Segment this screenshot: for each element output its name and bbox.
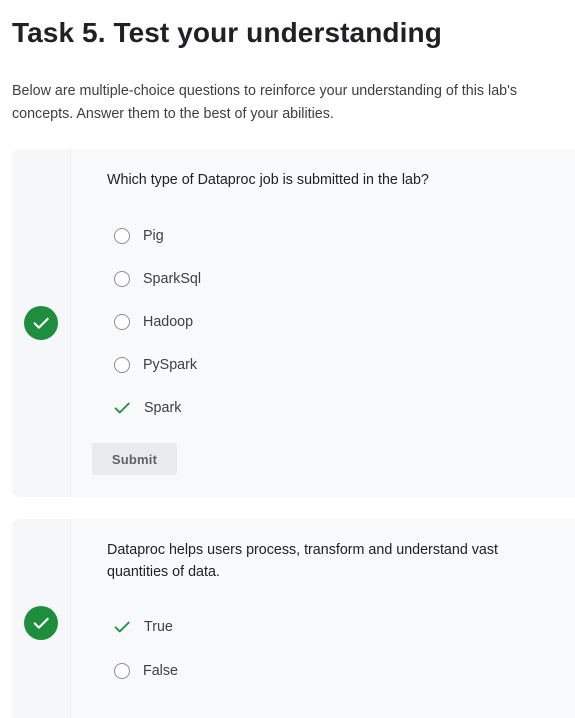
option-spark[interactable]: Spark <box>113 397 181 419</box>
option-hadoop[interactable]: Hadoop <box>113 311 193 333</box>
intro-text: Below are multiple-choice questions to r… <box>12 83 517 122</box>
question-status-gutter <box>12 519 71 718</box>
radio-button[interactable] <box>114 357 130 373</box>
option-label: Hadoop <box>143 314 194 330</box>
submit-button[interactable]: Submit <box>92 443 177 475</box>
question-status-gutter <box>12 149 71 497</box>
option-true[interactable]: True <box>113 616 173 638</box>
radio-button[interactable] <box>114 663 130 679</box>
check-circle-icon <box>24 606 58 640</box>
question-card-2: Dataproc helps users process, transform … <box>12 519 575 718</box>
radio-button[interactable] <box>114 314 130 330</box>
check-circle-icon <box>24 306 58 340</box>
radio-button[interactable] <box>114 228 130 244</box>
option-label: PySpark <box>143 357 198 373</box>
question-text: Which type of Dataproc job is submitted … <box>107 172 429 188</box>
option-label: True <box>144 619 173 635</box>
page-title: Task 5. Test your understanding <box>12 17 442 48</box>
option-pyspark[interactable]: PySpark <box>113 354 197 376</box>
checkmark-icon <box>113 618 131 636</box>
option-label: Spark <box>144 400 182 416</box>
checkmark-icon <box>113 399 131 417</box>
option-label: Pig <box>143 228 164 244</box>
option-label: SparkSql <box>143 271 202 287</box>
question-card-1: Which type of Dataproc job is submitted … <box>12 149 575 497</box>
option-pig[interactable]: Pig <box>113 225 164 247</box>
radio-button[interactable] <box>114 271 130 287</box>
option-label: False <box>143 663 178 679</box>
option-sparksql[interactable]: SparkSql <box>113 268 201 290</box>
option-false[interactable]: False <box>113 660 178 682</box>
page: Task 5. Test your understanding Below ar… <box>0 0 575 718</box>
question-text: Dataproc helps users process, transform … <box>107 542 498 580</box>
